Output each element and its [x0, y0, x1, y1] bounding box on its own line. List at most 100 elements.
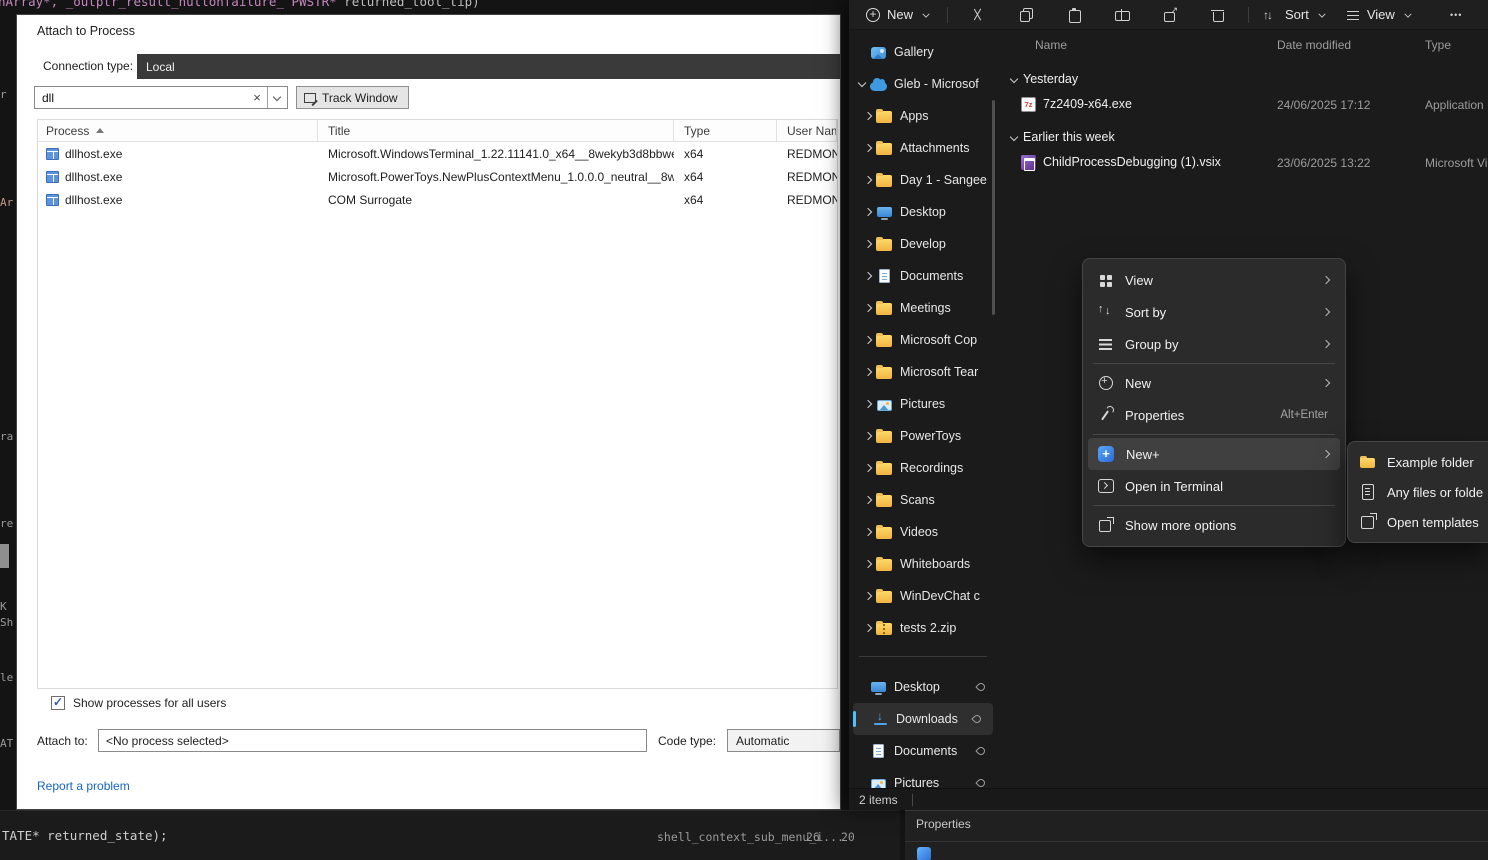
sidebar-item-attachments[interactable]: Attachments — [849, 132, 997, 164]
attach-to-field[interactable]: <No process selected> — [98, 729, 647, 752]
sidebar-item-documents[interactable]: Documents — [849, 260, 997, 292]
view-button[interactable]: View — [1337, 3, 1423, 27]
connection-type-dropdown[interactable]: Local — [137, 54, 840, 79]
chevron-right-icon[interactable] — [861, 621, 875, 635]
chevron-right-icon[interactable] — [861, 269, 875, 283]
column-type[interactable]: Type — [1425, 38, 1451, 52]
sidebar-item-downloads-pinned[interactable]: Downloads — [853, 703, 993, 735]
chevron-right-icon[interactable] — [861, 365, 875, 379]
chevron-right-icon[interactable] — [861, 461, 875, 475]
chevron-right-icon[interactable] — [861, 205, 875, 219]
paste-button[interactable] — [1060, 3, 1088, 27]
new-button[interactable]: New — [857, 3, 941, 27]
context-menu-item-new[interactable]: New — [1088, 367, 1340, 399]
sidebar-item-tests-2-zip[interactable]: tests 2.zip — [849, 612, 997, 644]
process-row[interactable]: dllhost.exeCOM Surrogatex64REDMOND — [38, 188, 837, 211]
column-name[interactable]: Name — [1035, 38, 1067, 52]
clear-filter-icon[interactable] — [247, 87, 267, 108]
file-row-7z2409-x64-exe[interactable]: 7z2409-x64.exe24/06/2025 17:12Applicatio… — [999, 92, 1488, 118]
chevron-right-icon[interactable] — [861, 333, 875, 347]
filter-dropdown-chevron-icon[interactable] — [267, 87, 287, 108]
paste-icon — [1066, 7, 1082, 23]
column-user-name[interactable]: User Name — [777, 120, 837, 141]
sidebar-item-microsoft-cop[interactable]: Microsoft Cop — [849, 324, 997, 356]
pin-icon — [975, 681, 986, 692]
chevron-right-icon[interactable] — [861, 589, 875, 603]
folder-icon — [876, 143, 892, 155]
chevron-right-icon[interactable] — [861, 173, 875, 187]
chevron-right-icon[interactable] — [861, 237, 875, 251]
sidebar-item-desktop-pinned[interactable]: Desktop — [849, 671, 997, 703]
column-title[interactable]: Title — [318, 120, 674, 141]
sidebar-item-pictures-pinned[interactable]: Pictures — [849, 767, 997, 788]
sidebar-item-meetings[interactable]: Meetings — [849, 292, 997, 324]
sidebar-item-gallery[interactable]: Gallery — [849, 36, 997, 68]
chevron-right-icon[interactable] — [861, 109, 875, 123]
sidebar-item-scans[interactable]: Scans — [849, 484, 997, 516]
chevron-right-icon[interactable] — [861, 525, 875, 539]
cut-button[interactable] — [964, 3, 992, 27]
chevron-right-icon[interactable] — [861, 397, 875, 411]
context-menu-item-open-in-terminal[interactable]: Open in Terminal — [1088, 470, 1340, 502]
newplus-icon — [1098, 446, 1114, 462]
sidebar-item-desktop[interactable]: Desktop — [849, 196, 997, 228]
sidebar-item-videos[interactable]: Videos — [849, 516, 997, 548]
sidebar-scrollbar[interactable] — [992, 100, 995, 315]
file-row-childprocessdebugging-1-vsix[interactable]: ChildProcessDebugging (1).vsix23/06/2025… — [999, 150, 1488, 176]
process-filter-input[interactable]: dll — [34, 86, 288, 109]
monitor-icon — [871, 682, 886, 692]
sidebar-item-powertoys[interactable]: PowerToys — [849, 420, 997, 452]
submenu-item-any-files-or-folde[interactable]: Any files or folde — [1353, 477, 1483, 507]
process-row[interactable]: dllhost.exeMicrosoft.WindowsTerminal_1.2… — [38, 142, 837, 165]
submenu-item-open-templates[interactable]: Open templates — [1353, 507, 1483, 537]
chevron-right-icon[interactable] — [861, 493, 875, 507]
delete-button[interactable] — [1204, 3, 1232, 27]
properties-toolbar-icon[interactable] — [917, 847, 931, 860]
folder-icon — [876, 239, 892, 251]
group-header-yesterday[interactable]: Yesterday — [999, 68, 1488, 92]
column-date-modified[interactable]: Date modified — [1277, 38, 1351, 52]
sort-button[interactable]: Sort — [1255, 3, 1337, 27]
sidebar-item-recordings[interactable]: Recordings — [849, 452, 997, 484]
show-all-users-checkbox-row[interactable]: Show processes for all users — [51, 696, 226, 710]
sidebar-item-windevchat-c[interactable]: WinDevChat c — [849, 580, 997, 612]
chevron-down-icon[interactable] — [855, 77, 869, 91]
chevron-right-icon[interactable] — [861, 429, 875, 443]
report-a-problem-link[interactable]: Report a problem — [37, 779, 130, 793]
submenu-item-example-folder[interactable]: Example folder — [1353, 447, 1483, 477]
sidebar-item-pictures[interactable]: Pictures — [849, 388, 997, 420]
chevron-down-icon[interactable] — [1008, 75, 1020, 87]
checkbox-checked-icon[interactable] — [51, 696, 65, 710]
sidebar-item-apps[interactable]: Apps — [849, 100, 997, 132]
code-type-field[interactable]: Automatic — [727, 729, 840, 752]
sidebar-item-day-1-sangee[interactable]: Day 1 - Sangee — [849, 164, 997, 196]
context-menu-item-properties[interactable]: PropertiesAlt+Enter — [1088, 399, 1340, 431]
sidebar-item-gleb-microsof[interactable]: Gleb - Microsof — [849, 68, 997, 100]
column-process[interactable]: Process — [38, 120, 318, 141]
copy-button[interactable] — [1012, 3, 1040, 27]
more-options-button[interactable] — [1450, 7, 1470, 23]
rename-button[interactable] — [1108, 3, 1136, 27]
code-line-bottom: TATE* returned_state); — [2, 828, 168, 843]
context-menu-item-new[interactable]: New+ — [1088, 438, 1340, 470]
chevron-down-icon[interactable] — [1008, 133, 1020, 145]
sidebar-item-whiteboards[interactable]: Whiteboards — [849, 548, 997, 580]
sidebar-item-label: Gleb - Microsof — [894, 77, 997, 91]
context-menu-item-group-by[interactable]: Group by — [1088, 328, 1340, 360]
context-menu-item-sort-by[interactable]: Sort by — [1088, 296, 1340, 328]
group-header-earlier-this-week[interactable]: Earlier this week — [999, 126, 1488, 150]
context-menu-item-show-more-options[interactable]: Show more options — [1088, 509, 1340, 541]
process-user: REDMOND — [777, 142, 837, 165]
share-button[interactable] — [1156, 3, 1184, 27]
chevron-right-icon[interactable] — [861, 141, 875, 155]
sidebar-item-develop[interactable]: Develop — [849, 228, 997, 260]
track-window-button[interactable]: Track Window — [296, 86, 409, 109]
sidebar-item-microsoft-tear[interactable]: Microsoft Tear — [849, 356, 997, 388]
process-row[interactable]: dllhost.exeMicrosoft.PowerToys.NewPlusCo… — [38, 165, 837, 188]
context-menu-item-view[interactable]: View — [1088, 264, 1340, 296]
chevron-right-icon[interactable] — [861, 301, 875, 315]
column-type[interactable]: Type — [674, 120, 777, 141]
chevron-right-icon[interactable] — [861, 557, 875, 571]
sidebar-item-documents-pinned[interactable]: Documents — [849, 735, 997, 767]
group-icon — [1097, 335, 1115, 353]
